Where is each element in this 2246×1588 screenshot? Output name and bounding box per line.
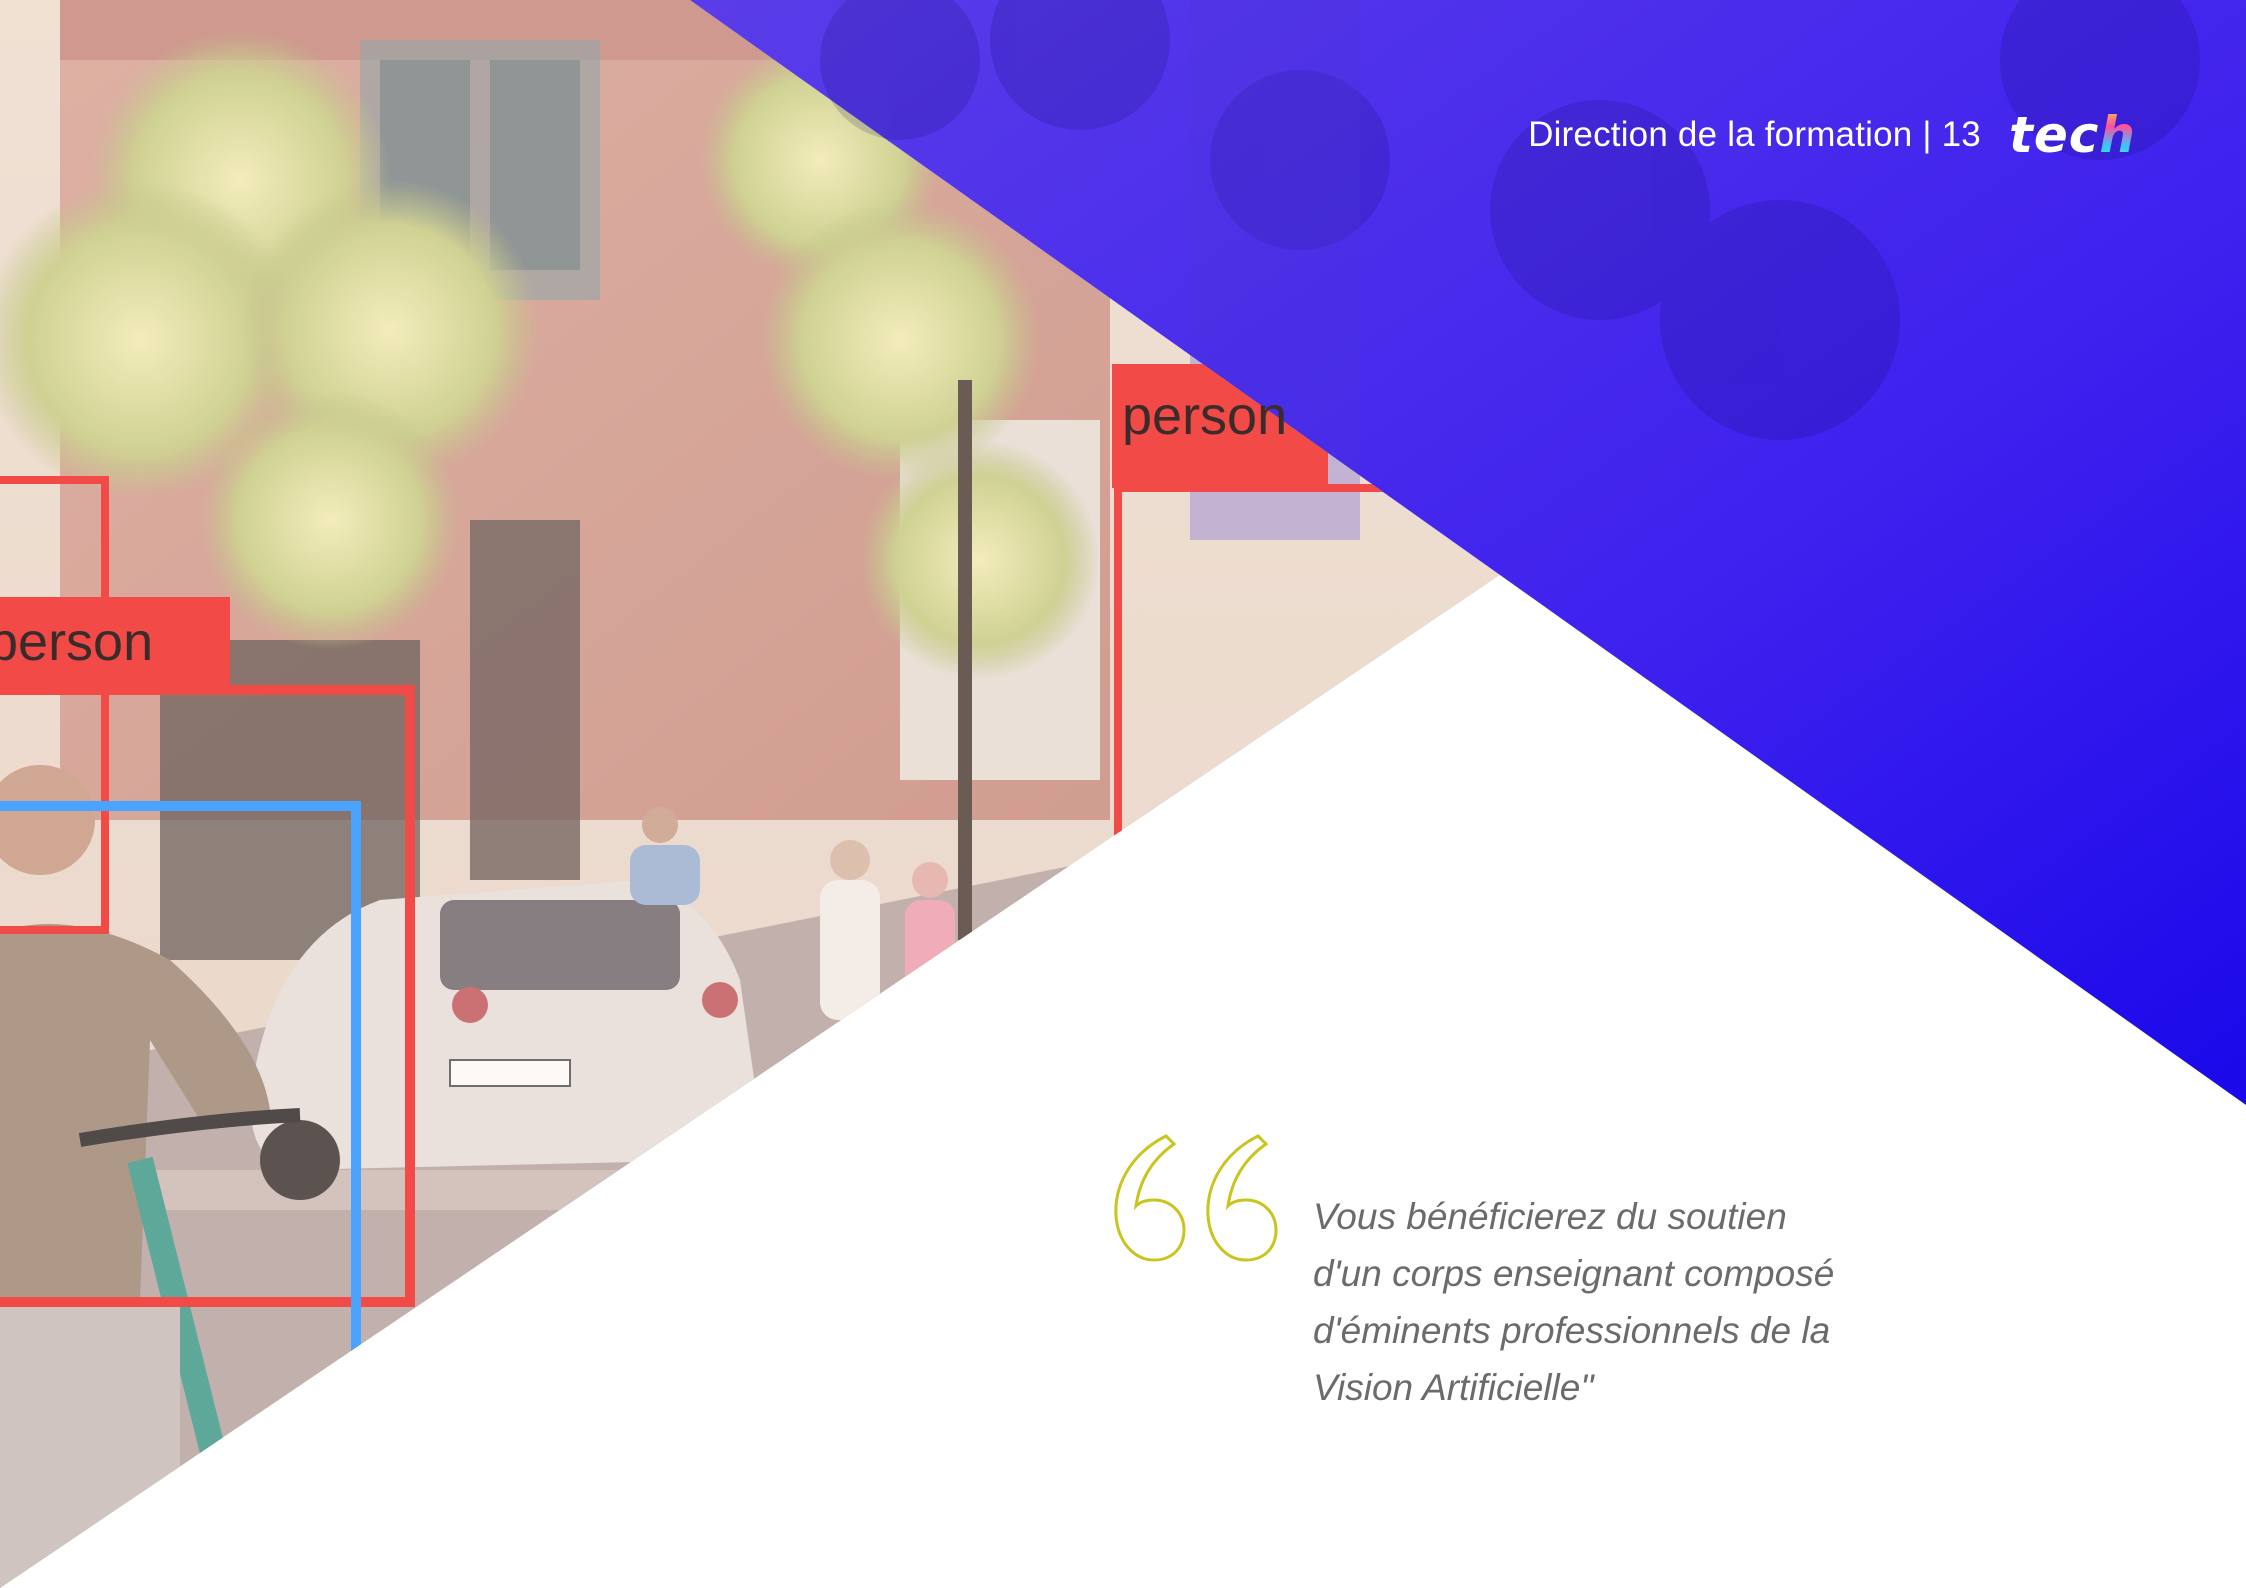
quote-open-icon bbox=[1114, 1134, 1278, 1262]
page: person person Direction de la formation … bbox=[0, 0, 2246, 1588]
quote-text: Vous bénéficierez du soutien d'un corps … bbox=[1313, 1196, 1835, 1408]
page-header: Direction de la formation | 13 tec h bbox=[1528, 106, 2136, 164]
background-art bbox=[0, 0, 2246, 1588]
logo-text: tec bbox=[2008, 106, 2100, 164]
detection-label-left: person bbox=[0, 612, 154, 672]
tech-logo: tec h bbox=[2009, 106, 2136, 164]
logo-last-letter: h bbox=[2099, 106, 2136, 164]
section-title: Direction de la formation | 13 bbox=[1528, 115, 1981, 154]
detection-label-right: person bbox=[1122, 386, 1288, 446]
